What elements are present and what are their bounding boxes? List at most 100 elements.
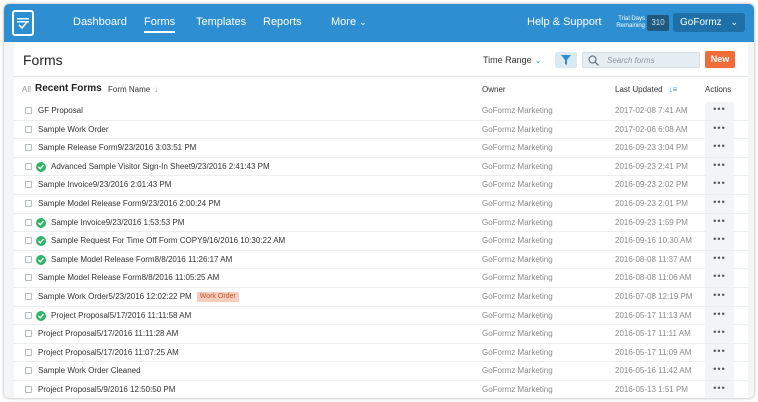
form-name-link[interactable]: Sample Work Order Cleaned (38, 366, 141, 375)
row-checkbox[interactable] (25, 237, 32, 245)
goformz-logo-icon[interactable] (12, 10, 34, 36)
form-name-link[interactable]: Sample Model Release Form9/23/2016 2:00:… (38, 199, 220, 208)
row-actions-menu-icon[interactable]: ••• (705, 287, 734, 306)
time-range-dropdown[interactable]: Time Range ⌄ (483, 55, 541, 65)
table-row[interactable]: Advanced Sample Visitor Sign-In Sheet9/2… (14, 157, 748, 177)
form-name-link[interactable]: Sample Work Order (38, 125, 109, 134)
table-row[interactable]: GF Proposal GoFormz Marketing 2017-02-08 7… (14, 102, 748, 121)
last-updated-cell: 2016-09-23 2:41 PM (615, 161, 688, 171)
form-name-link[interactable]: Sample Invoice9/23/2016 1:53:53 PM (51, 218, 184, 227)
form-name-link[interactable]: Sample Request For Time Off Form COPY9/1… (51, 236, 285, 245)
row-actions-menu-icon[interactable]: ••• (705, 250, 734, 269)
nav-forms[interactable]: Forms (144, 16, 176, 33)
row-checkbox[interactable] (25, 107, 32, 114)
sort-last-updated[interactable]: Last Updated ↓≡ (615, 85, 677, 94)
row-checkbox[interactable] (25, 218, 32, 226)
table-row[interactable]: Sample Model Release Form8/8/2016 11:05:… (14, 269, 748, 288)
row-actions-menu-icon[interactable]: ••• (705, 157, 734, 176)
table-row[interactable]: Sample Model Release Form9/23/2016 2:00:… (14, 194, 748, 214)
forms-panel: Forms Time Range⌄ New All Recent Forms F… (14, 43, 748, 398)
table-row[interactable]: Sample Work Order Cleaned GoFormz Marketi… (14, 362, 748, 381)
owner-cell: GoFormz Marketing (482, 347, 553, 357)
form-name-link[interactable]: Project Proposal5/9/2016 12:50:50 PM (38, 385, 175, 394)
nav-templates[interactable]: Templates (196, 16, 246, 28)
last-updated-cell: 2016-09-16 10:30 AM (615, 236, 692, 246)
new-form-button[interactable]: New (705, 51, 735, 68)
row-checkbox[interactable] (25, 162, 32, 170)
row-checkbox[interactable] (25, 274, 32, 282)
forms-table-body: GF Proposal GoFormz Marketing 2017-02-08 7… (14, 102, 748, 398)
table-row[interactable]: Project Proposal5/17/2016 11:11:58 AM GoF… (14, 306, 748, 326)
form-name-link[interactable]: Sample Release Form9/23/2016 3:03:51 PM (38, 143, 196, 152)
table-row[interactable]: Sample Model Release Form8/8/2016 11:26:… (14, 250, 748, 270)
recent-forms-label: Recent Forms (35, 83, 102, 94)
sort-arrow-icon: ↓ (154, 85, 159, 94)
owner-cell: GoFormz Marketing (482, 217, 553, 227)
row-checkbox[interactable] (25, 292, 32, 300)
form-name-link[interactable]: Sample Work Order5/23/2016 12:02:22 PM Wo… (38, 291, 239, 302)
owner-cell: GoFormz Marketing (482, 180, 553, 190)
chevron-down-icon: ⌄ (730, 17, 738, 27)
row-actions-menu-icon[interactable]: ••• (705, 380, 734, 398)
table-row[interactable]: Sample Invoice9/23/2016 2:01:43 PM GoForm… (14, 176, 748, 195)
all-forms-link[interactable]: All (22, 85, 31, 94)
owner-header[interactable]: Owner (482, 85, 506, 94)
row-checkbox[interactable] (25, 125, 32, 133)
row-actions-menu-icon[interactable]: ••• (705, 362, 734, 381)
table-row[interactable]: Sample Release Form9/23/2016 3:03:51 PM G… (14, 139, 748, 158)
form-name-link[interactable]: Project Proposal5/17/2016 11:11:28 AM (38, 329, 178, 338)
row-checkbox[interactable] (25, 311, 32, 319)
sort-form-name[interactable]: Form Name ↓ (108, 85, 158, 94)
form-name-text: Sample Work Order (38, 124, 109, 134)
table-row[interactable]: Sample Work Order GoFormz Marketing 2017-0… (14, 120, 748, 140)
form-name-text: Sample Model Release Form8/8/2016 11:05:… (38, 273, 220, 283)
row-checkbox[interactable] (25, 255, 32, 263)
row-actions-menu-icon[interactable]: ••• (705, 232, 734, 251)
row-actions-menu-icon[interactable]: ••• (705, 343, 734, 362)
nav-more-menu[interactable]: More ⌄ (331, 16, 367, 28)
account-name: GoFormz (680, 17, 722, 28)
search-input[interactable] (607, 54, 697, 66)
form-name-link[interactable]: Sample Model Release Form8/8/2016 11:05:… (38, 273, 219, 282)
last-updated-header: Last Updated (615, 85, 663, 94)
search-box[interactable] (582, 52, 700, 68)
row-checkbox[interactable] (25, 181, 32, 189)
last-updated-cell: 2016-08-08 11:37 AM (615, 254, 692, 264)
last-updated-cell: 2016-05-16 11:42 AM (615, 366, 692, 376)
form-name-link[interactable]: Sample Invoice9/23/2016 2:01:43 PM (38, 180, 171, 189)
row-actions-menu-icon[interactable]: ••• (705, 306, 734, 325)
table-row[interactable]: Sample Work Order5/23/2016 12:02:22 PM Wo… (14, 287, 748, 307)
row-checkbox[interactable] (25, 144, 32, 152)
table-row[interactable]: Sample Invoice9/23/2016 1:53:53 PM GoForm… (14, 213, 748, 233)
form-name-link[interactable]: Advanced Sample Visitor Sign-In Sheet9/2… (51, 162, 270, 171)
account-menu-button[interactable]: GoFormz ⌄ (673, 13, 745, 32)
last-updated-cell: 2016-08-08 11:06 AM (615, 273, 692, 283)
form-name-link[interactable]: Sample Model Release Form8/8/2016 11:26:… (51, 255, 232, 264)
row-actions-menu-icon[interactable]: ••• (705, 325, 734, 344)
row-actions-menu-icon[interactable]: ••• (705, 176, 734, 195)
filter-button[interactable] (555, 52, 577, 68)
row-checkbox[interactable] (25, 385, 32, 393)
nav-reports[interactable]: Reports (263, 16, 302, 28)
row-actions-menu-icon[interactable]: ••• (705, 213, 734, 232)
table-row[interactable]: Project Proposal5/17/2016 11:07:25 AM GoF… (14, 343, 748, 363)
row-actions-menu-icon[interactable]: ••• (705, 139, 734, 158)
table-row[interactable]: Project Proposal5/17/2016 11:11:28 AM GoF… (14, 325, 748, 344)
form-name-link[interactable]: Project Proposal5/17/2016 11:07:25 AM (38, 348, 179, 357)
form-name-link[interactable]: Project Proposal5/17/2016 11:11:58 AM (51, 311, 191, 320)
table-row[interactable]: Sample Request For Time Off Form COPY9/1… (14, 232, 748, 251)
table-row[interactable]: Project Proposal5/9/2016 12:50:50 PM GoFo… (14, 380, 748, 398)
form-name-link[interactable]: GF Proposal (38, 106, 83, 115)
help-support-link[interactable]: Help & Support (527, 16, 602, 28)
row-actions-menu-icon[interactable]: ••• (705, 269, 734, 288)
nav-dashboard[interactable]: Dashboard (73, 16, 127, 28)
form-tag-badge: Work Order (196, 291, 239, 302)
row-checkbox[interactable] (25, 348, 32, 356)
row-checkbox[interactable] (25, 199, 32, 207)
owner-cell: GoFormz Marketing (482, 254, 553, 264)
row-actions-menu-icon[interactable]: ••• (705, 194, 734, 213)
row-actions-menu-icon[interactable]: ••• (705, 102, 734, 120)
row-checkbox[interactable] (25, 367, 32, 375)
row-checkbox[interactable] (25, 330, 32, 338)
row-actions-menu-icon[interactable]: ••• (705, 120, 734, 139)
